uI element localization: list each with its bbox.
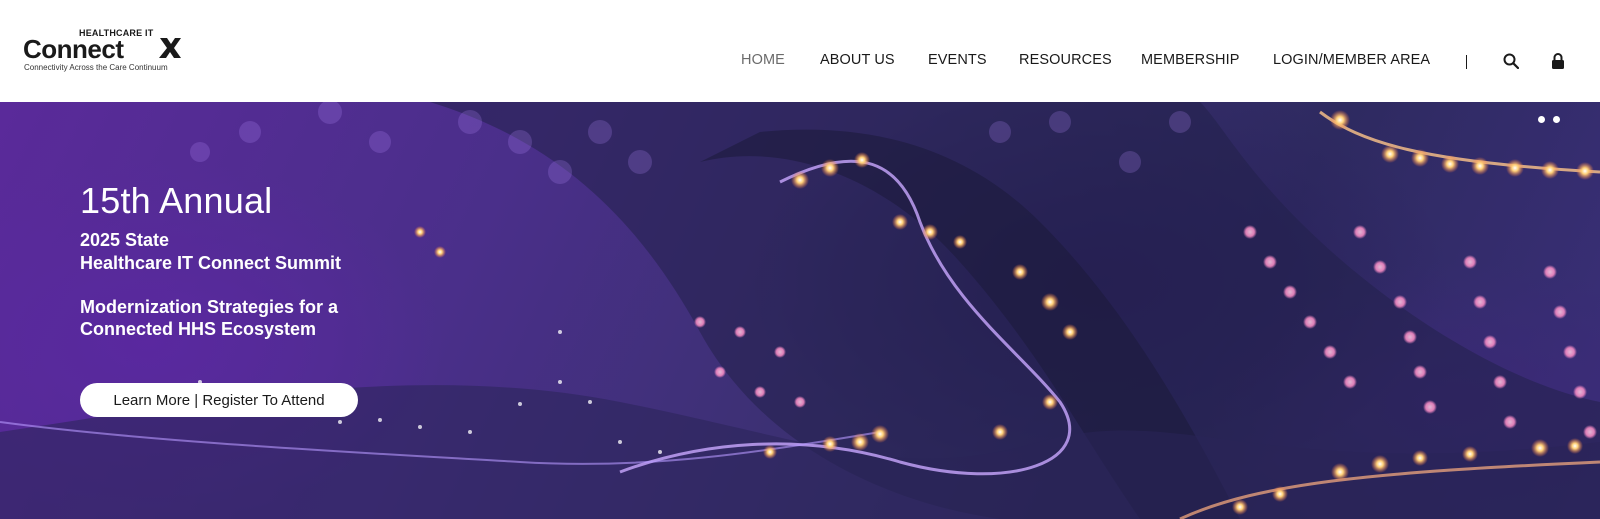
logo-x-icon <box>159 38 181 58</box>
hero-subtitle-line2: Connected HHS Ecosystem <box>80 319 317 339</box>
slider-dot-2[interactable] <box>1553 116 1560 123</box>
nav-item-about-us[interactable]: ABOUT US <box>820 52 895 68</box>
nav-item-resources[interactable]: RESOURCES <box>1019 52 1112 68</box>
logo-tagline: Connectivity Across the Care Continuum <box>24 63 168 72</box>
nav-item-home[interactable]: HOME <box>741 52 785 68</box>
hero-event-year: 2025 State <box>80 230 170 250</box>
search-icon[interactable] <box>1503 53 1520 74</box>
slider-pagination <box>1534 110 1560 128</box>
hero-banner: 15th Annual 2025 State Healthcare IT Con… <box>0 102 1600 519</box>
site-logo[interactable]: HEALTHCARE IT Connect Connectivity Acros… <box>23 28 193 76</box>
nav-item-membership[interactable]: MEMBERSHIP <box>1141 52 1240 68</box>
nav-item-login-member-area[interactable]: LOGIN/MEMBER AREA <box>1273 52 1430 68</box>
lock-icon[interactable] <box>1551 53 1565 74</box>
hero-event-name: Healthcare IT Connect Summit <box>80 253 342 273</box>
slider-dot-1[interactable] <box>1537 116 1545 123</box>
hero-subtitle-line1: Modernization Strategies for a <box>80 297 339 317</box>
logo-main-text: Connect <box>23 34 124 64</box>
learn-more-register-button[interactable]: Learn More | Register To Attend <box>80 383 358 417</box>
nav-item-events[interactable]: EVENTS <box>928 52 987 68</box>
hero-title: 15th Annual <box>80 180 273 221</box>
site-header: HEALTHCARE IT Connect Connectivity Acros… <box>0 0 1600 102</box>
nav-separator <box>1466 55 1467 69</box>
